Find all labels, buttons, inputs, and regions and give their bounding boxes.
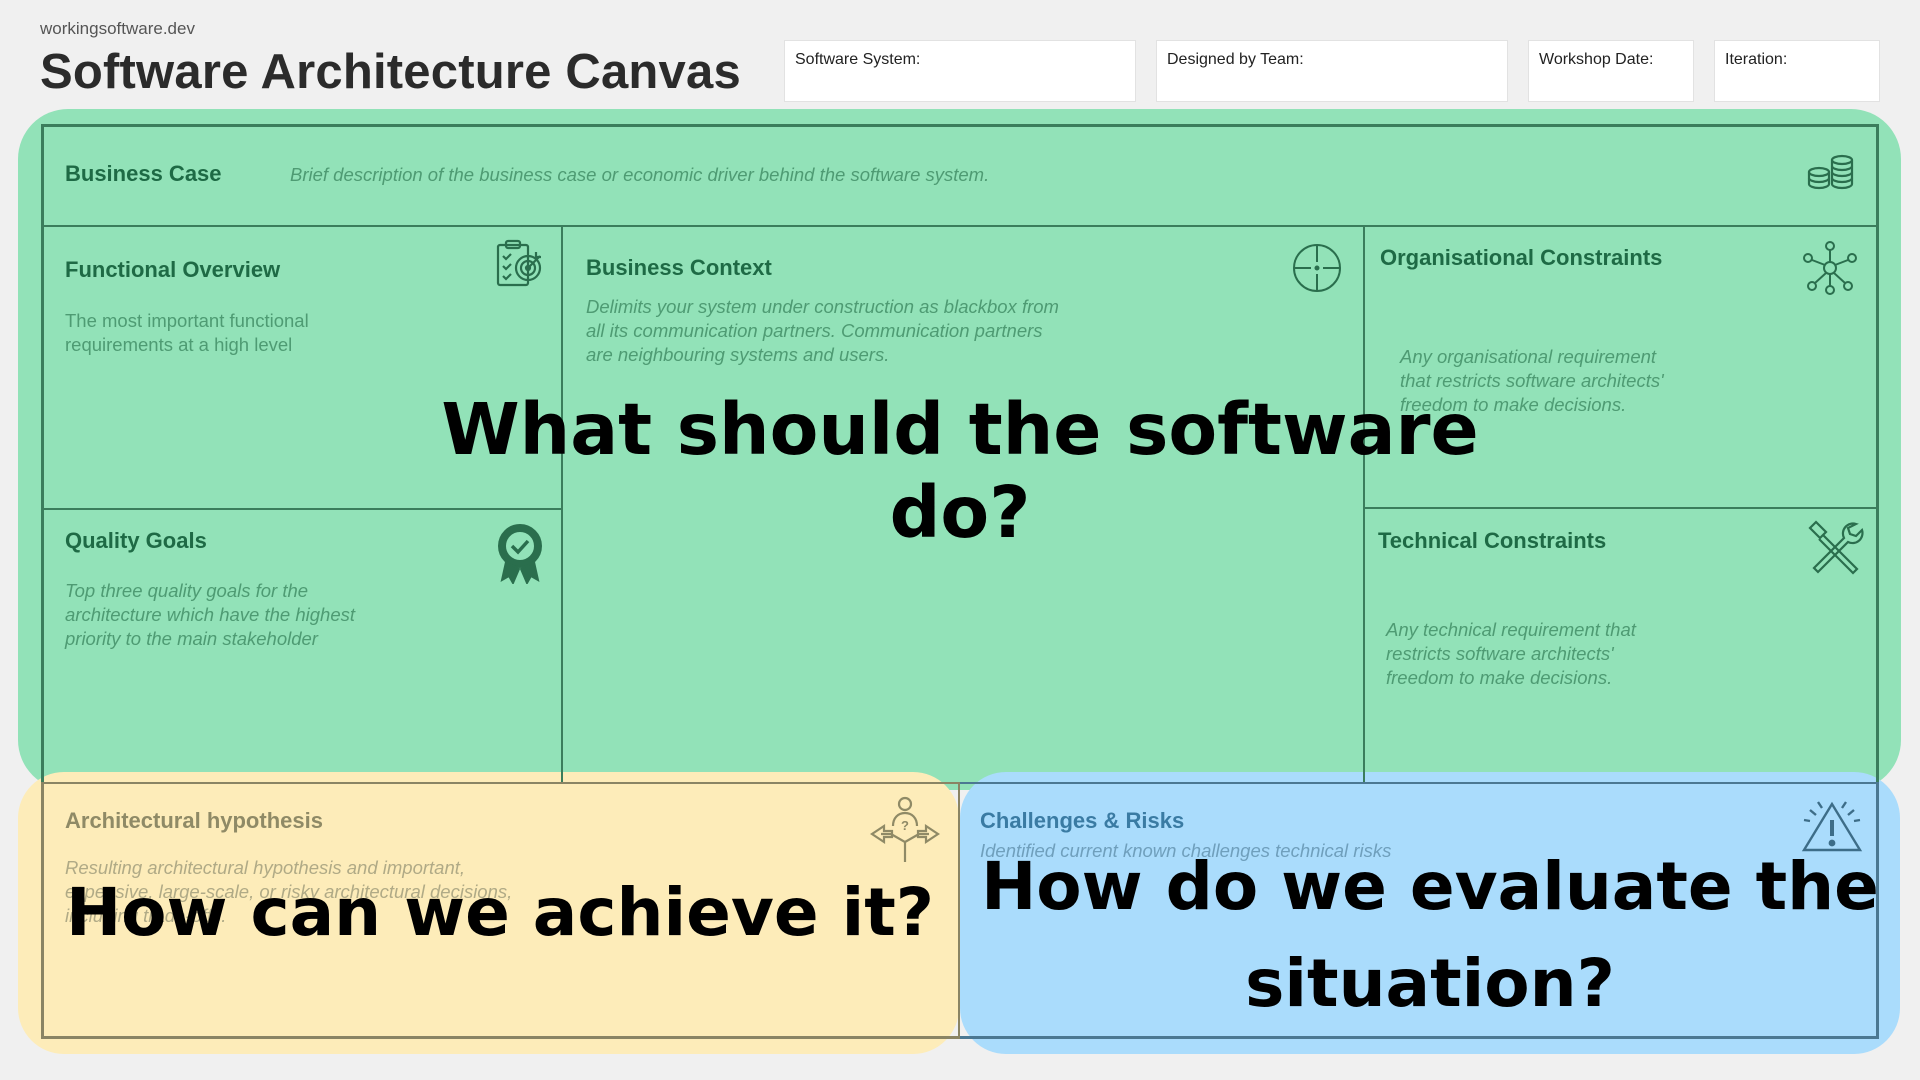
field-label: Workshop Date:	[1539, 51, 1654, 68]
business-case-title: Business Case	[65, 161, 222, 186]
person-decision-icon: ?	[868, 796, 942, 864]
desc-line: requirements at a high level	[65, 334, 293, 355]
software-system-field[interactable]: Software System:	[784, 40, 1136, 102]
desc-line: priority to the main stakeholder	[65, 628, 318, 649]
designed-by-team-field[interactable]: Designed by Team:	[1156, 40, 1508, 102]
desc-line: all its communication partners. Communic…	[586, 320, 1043, 341]
desc-line: are neighbouring systems and users.	[586, 344, 890, 365]
iteration-field[interactable]: Iteration:	[1714, 40, 1880, 102]
green-question: What should the software do?	[441, 388, 1479, 554]
divider	[41, 1036, 960, 1039]
canvas-left-border	[41, 124, 44, 784]
workshop-date-field[interactable]: Workshop Date:	[1528, 40, 1694, 102]
site-name: workingsoftware.dev	[40, 19, 195, 38]
functional-overview-title: Functional Overview	[65, 257, 281, 282]
question-line: situation?	[1245, 945, 1615, 1022]
canvas-right-border	[1876, 124, 1879, 784]
divider	[41, 782, 44, 1039]
challenges-risks-title: Challenges & Risks	[980, 808, 1185, 833]
desc-line: Any organisational requirement	[1400, 346, 1657, 367]
divider	[41, 782, 960, 784]
question-line: How do we evaluate the	[981, 848, 1879, 925]
field-label: Software System:	[795, 51, 921, 68]
desc-line: Any technical requirement that	[1386, 619, 1636, 640]
field-label: Designed by Team:	[1167, 51, 1304, 68]
functional-overview-desc: The most important functional requiremen…	[65, 309, 309, 357]
canvas-top-border	[41, 124, 1879, 127]
divider	[960, 1036, 1879, 1039]
business-context-title: Business Context	[586, 255, 772, 280]
divider	[41, 225, 1879, 227]
coins-icon	[1806, 154, 1856, 196]
quality-goals-title: Quality Goals	[65, 528, 207, 553]
architectural-hypothesis-title: Architectural hypothesis	[65, 808, 323, 833]
clipboard-target-icon	[494, 238, 546, 290]
desc-line: Top three quality goals for the	[65, 580, 309, 601]
blue-question: How do we evaluate the situation?	[960, 838, 1900, 1032]
divider	[960, 782, 1879, 784]
desc-line: The most important functional	[65, 310, 309, 331]
organisational-constraints-title: Organisational Constraints	[1380, 245, 1663, 270]
page-title: Software Architecture Canvas	[40, 45, 741, 99]
desc-line: architecture which have the highest	[65, 604, 356, 625]
business-case-desc: Brief description of the business case o…	[290, 164, 990, 185]
network-icon	[1802, 240, 1858, 296]
crosshair-icon	[1292, 243, 1342, 293]
technical-constraints-desc: Any technical requirement that restricts…	[1386, 618, 1636, 690]
field-label: Iteration:	[1725, 51, 1788, 68]
desc-line: Delimits your system under construction …	[586, 296, 1059, 317]
svg-text:?: ?	[901, 818, 909, 833]
yellow-question: How can we achieve it?	[65, 874, 935, 951]
business-context-desc: Delimits your system under construction …	[586, 295, 1059, 367]
quality-goals-desc: Top three quality goals for the architec…	[65, 579, 355, 651]
desc-line: restricts software architects'	[1386, 643, 1614, 664]
desc-line: freedom to make decisions.	[1386, 667, 1613, 688]
tools-icon	[1806, 518, 1864, 576]
